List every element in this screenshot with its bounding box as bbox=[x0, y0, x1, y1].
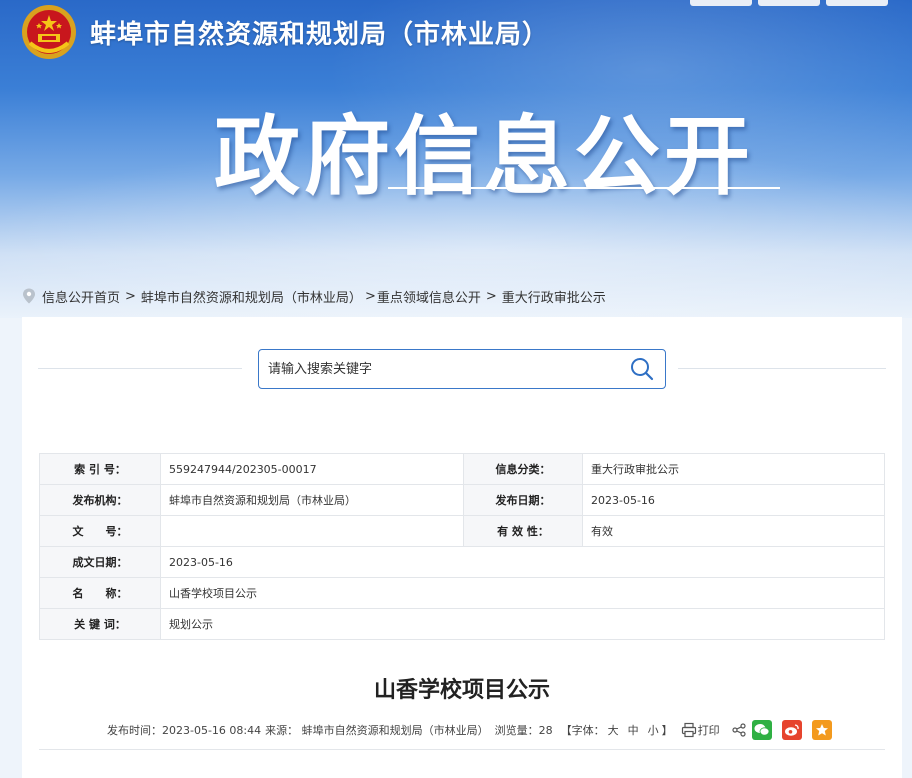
breadcrumb-separator: > bbox=[125, 288, 136, 304]
category-label: 信息分类： bbox=[463, 453, 583, 485]
breadcrumb: 信息公开首页 > 蚌埠市自然资源和规划局（市林业局） > 重点领域信息公开 > … bbox=[22, 286, 606, 306]
writedate-label: 成文日期： bbox=[39, 546, 161, 578]
article-meta: 发布时间：2023-05-16 08:44 来源： 蚌埠市自然资源和规划局（市林… bbox=[107, 720, 836, 740]
name-label: 名 称： bbox=[39, 577, 161, 609]
table-row: 成文日期： 2023-05-16 bbox=[39, 546, 885, 578]
title-underline bbox=[388, 187, 780, 189]
publisher-label: 发布机构： bbox=[39, 484, 161, 516]
wechat-icon[interactable] bbox=[751, 720, 772, 740]
content-panel: 索 引 号： 559247944/202305-00017 信息分类： 重大行政… bbox=[22, 317, 902, 778]
search-divider-left bbox=[38, 368, 242, 369]
pubdate-value: 2023-05-16 bbox=[582, 484, 885, 516]
top-tab[interactable] bbox=[826, 0, 888, 6]
table-row: 发布机构： 蚌埠市自然资源和规划局（市林业局） 发布日期： 2023-05-16 bbox=[39, 484, 885, 516]
top-tabs bbox=[690, 0, 888, 6]
table-row: 文 号： 有 效 性： 有效 bbox=[39, 515, 885, 547]
font-large-button[interactable]: 大 bbox=[608, 722, 619, 738]
share-icon[interactable] bbox=[732, 723, 746, 737]
validity-label: 有 效 性： bbox=[463, 515, 583, 547]
national-emblem-icon bbox=[22, 5, 76, 59]
view-count: 浏览量：28 bbox=[494, 724, 553, 737]
font-size-label: 【字体： bbox=[560, 724, 605, 737]
keywords-label: 关 键 词： bbox=[39, 608, 161, 640]
category-value: 重大行政审批公示 bbox=[582, 453, 885, 485]
index-label: 索 引 号： bbox=[39, 453, 161, 485]
breadcrumb-approval-link[interactable]: 重大行政审批公示 bbox=[502, 287, 606, 306]
breadcrumb-separator: > bbox=[364, 288, 376, 304]
page-title: 政府信息公开 bbox=[214, 107, 754, 207]
info-table: 索 引 号： 559247944/202305-00017 信息分类： 重大行政… bbox=[39, 453, 885, 640]
search-icon bbox=[631, 358, 654, 381]
docno-value bbox=[160, 515, 464, 547]
pubdate-label: 发布日期： bbox=[463, 484, 583, 516]
top-tab[interactable] bbox=[690, 0, 752, 6]
header-banner: 蚌埠市自然资源和规划局（市林业局） 政府信息公开 bbox=[0, 0, 912, 318]
writedate-value: 2023-05-16 bbox=[160, 546, 885, 578]
article-divider bbox=[39, 749, 885, 750]
validity-value: 有效 bbox=[582, 515, 885, 547]
search-input[interactable] bbox=[259, 350, 619, 388]
search-box bbox=[258, 349, 666, 389]
favorite-icon[interactable] bbox=[811, 720, 832, 740]
breadcrumb-org-link[interactable]: 蚌埠市自然资源和规划局（市林业局） bbox=[141, 287, 362, 306]
name-value: 山香学校项目公示 bbox=[160, 577, 885, 609]
search-divider-right bbox=[678, 368, 886, 369]
weibo-icon[interactable] bbox=[781, 720, 802, 740]
article-source: 来源： 蚌埠市自然资源和规划局（市林业局） bbox=[265, 724, 489, 737]
index-value: 559247944/202305-00017 bbox=[160, 453, 464, 485]
org-title: 蚌埠市自然资源和规划局（市林业局） bbox=[90, 20, 550, 50]
search-button[interactable] bbox=[619, 350, 665, 388]
font-size-close: 】 bbox=[661, 724, 673, 737]
breadcrumb-key-areas-link[interactable]: 重点领域信息公开 bbox=[377, 287, 481, 306]
keywords-value: 规划公示 bbox=[160, 608, 885, 640]
breadcrumb-home-link[interactable]: 信息公开首页 bbox=[42, 287, 120, 306]
breadcrumb-separator: > bbox=[485, 288, 497, 304]
print-button[interactable]: 打印 bbox=[681, 722, 720, 738]
table-row: 关 键 词： 规划公示 bbox=[39, 608, 885, 640]
location-pin-icon bbox=[23, 288, 35, 304]
print-label: 打印 bbox=[697, 724, 720, 737]
article-title: 山香学校项目公示 bbox=[373, 678, 550, 703]
table-row: 索 引 号： 559247944/202305-00017 信息分类： 重大行政… bbox=[39, 453, 885, 485]
docno-label: 文 号： bbox=[39, 515, 161, 547]
printer-icon bbox=[681, 722, 696, 738]
publish-time: 发布时间：2023-05-16 08:44 bbox=[107, 724, 262, 737]
table-row: 名 称： 山香学校项目公示 bbox=[39, 577, 885, 609]
font-medium-button[interactable]: 中 bbox=[628, 722, 639, 738]
top-tab[interactable] bbox=[758, 0, 820, 6]
publisher-value: 蚌埠市自然资源和规划局（市林业局） bbox=[160, 484, 464, 516]
font-small-button[interactable]: 小 bbox=[648, 722, 659, 738]
